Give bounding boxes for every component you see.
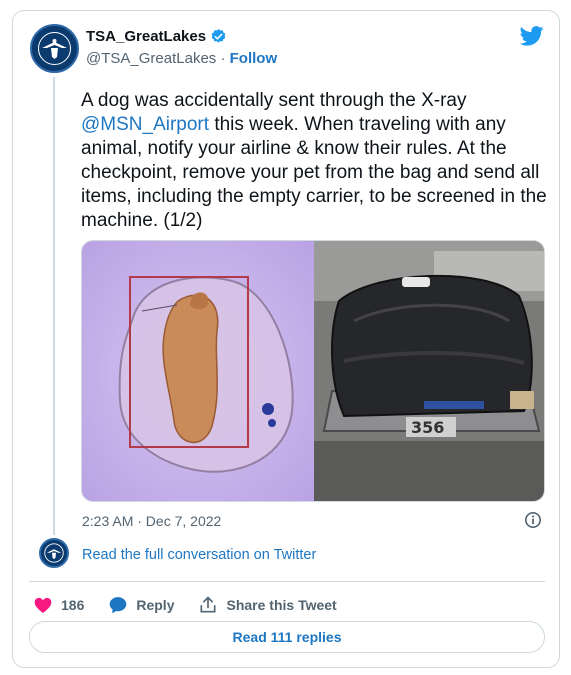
share-label: Share this Tweet <box>226 597 337 613</box>
like-button[interactable]: 186 <box>33 595 84 615</box>
divider <box>29 581 545 582</box>
follow-button[interactable]: Follow <box>230 50 278 67</box>
reply-label: Reply <box>136 597 175 613</box>
tsa-seal-small-icon <box>41 540 67 566</box>
twitter-logo-icon[interactable] <box>520 26 544 46</box>
read-full-conversation-link[interactable]: Read the full conversation on Twitter <box>82 547 316 563</box>
tweet-text: A dog was accidentally sent through the … <box>81 89 549 233</box>
bin-label: 356 <box>411 418 444 437</box>
author-avatar-small[interactable] <box>39 538 69 568</box>
xray-image[interactable] <box>82 241 314 501</box>
read-replies-label: Read 111 replies <box>232 629 342 645</box>
share-button[interactable]: Share this Tweet <box>198 595 337 615</box>
heart-icon <box>34 597 52 613</box>
author-name[interactable]: TSA_GreatLakes <box>86 28 206 45</box>
read-replies-button[interactable]: Read 111 replies <box>29 621 545 653</box>
tweet-actions: 186 Reply Share this Tweet <box>33 593 361 617</box>
author-name-row: TSA_GreatLakes <box>86 28 227 45</box>
author-handle-row: @TSA_GreatLakes · Follow <box>86 50 277 67</box>
tweet-media: 356 <box>81 240 545 502</box>
reply-bubble-icon <box>110 597 127 614</box>
thread-line <box>53 77 55 535</box>
separator-dot: · <box>216 50 230 67</box>
reply-button[interactable]: Reply <box>108 595 174 615</box>
tsa-seal-icon <box>33 27 76 70</box>
author-handle[interactable]: @TSA_GreatLakes <box>86 50 216 67</box>
tweet-text-part1: A dog was accidentally sent through the … <box>81 90 467 111</box>
share-upload-icon <box>200 596 216 613</box>
like-count: 186 <box>61 597 85 613</box>
backpack-photo[interactable]: 356 <box>314 241 544 501</box>
tweet-timestamp[interactable]: 2:23 AM · Dec 7, 2022 <box>82 513 221 529</box>
xray-dog-image <box>82 241 314 501</box>
verified-badge-icon <box>211 29 226 43</box>
author-avatar[interactable] <box>30 24 79 73</box>
mention-link[interactable]: @MSN_Airport <box>81 114 209 135</box>
backpack-bin-photo: 356 <box>314 241 544 501</box>
tweet-card: TSA_GreatLakes @TSA_GreatLakes · Follow … <box>12 10 560 668</box>
info-icon[interactable] <box>524 511 542 529</box>
